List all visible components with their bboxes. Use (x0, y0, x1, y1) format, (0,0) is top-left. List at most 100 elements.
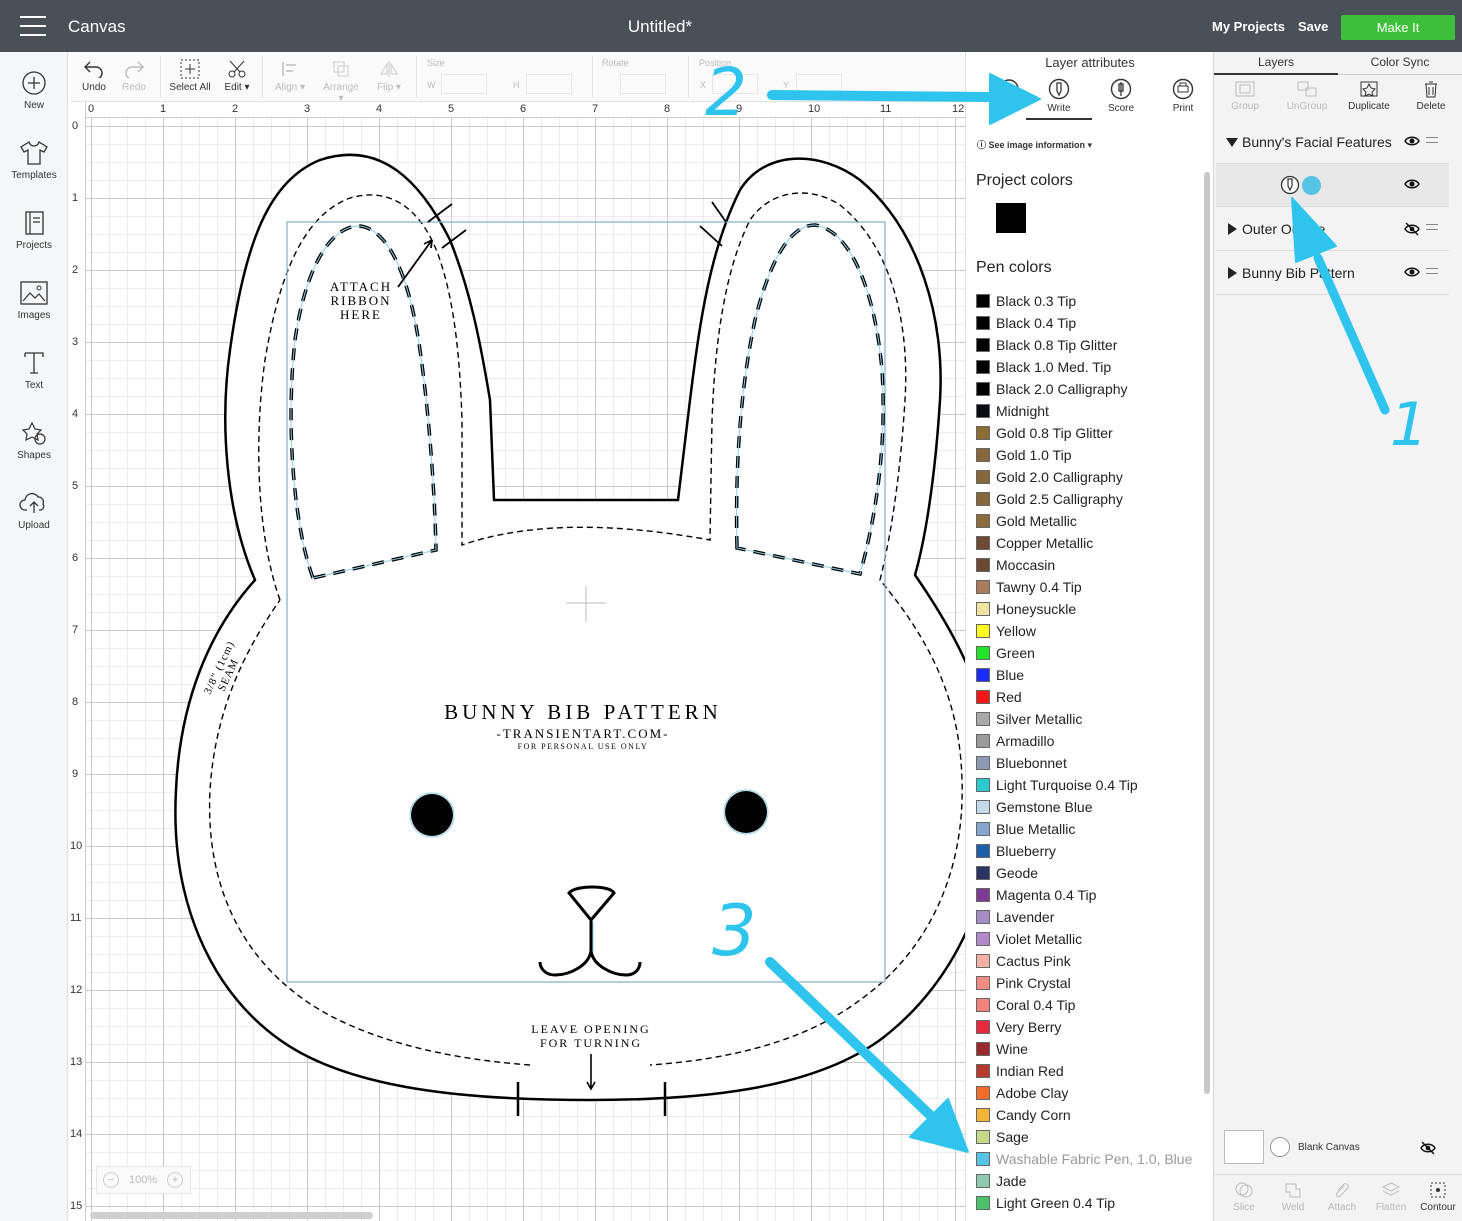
pen-color-item[interactable]: Sage (976, 1126, 1192, 1148)
pen-color-item[interactable]: Blue Metallic (976, 818, 1192, 840)
rotate-input[interactable] (620, 74, 666, 94)
zoom-in-button[interactable]: + (167, 1172, 183, 1188)
y-input[interactable] (796, 74, 842, 94)
drag-handle-icon[interactable] (1426, 137, 1438, 143)
height-input[interactable] (526, 74, 572, 94)
design-canvas[interactable]: 0 1 2 3 4 5 6 7 8 9 10 11 12 0 1 2 3 4 5… (70, 102, 965, 1221)
canvas-color-picker[interactable] (1270, 1137, 1290, 1157)
pen-color-item[interactable]: Very Berry (976, 1016, 1192, 1038)
pen-color-item[interactable]: Pink Crystal (976, 972, 1192, 994)
tab-layers[interactable]: Layers (1214, 52, 1338, 75)
ungroup-button[interactable]: UnGroup (1276, 80, 1338, 112)
pen-color-item[interactable]: Magenta 0.4 Tip (976, 884, 1192, 906)
pen-color-item[interactable]: Lavender (976, 906, 1192, 928)
pen-color-item[interactable]: Honeysuckle (976, 598, 1192, 620)
layer-bunnys-facial-features[interactable]: Bunny's Facial Features (1216, 121, 1449, 164)
group-button[interactable]: Group (1214, 80, 1276, 112)
nav-shapes[interactable]: Shapes (0, 420, 68, 490)
eye-hidden-icon[interactable] (1404, 222, 1420, 236)
pen-color-item[interactable]: Cactus Pink (976, 950, 1192, 972)
pen-color-item[interactable]: Gold Metallic (976, 510, 1192, 532)
make-it-button[interactable]: Make It (1341, 15, 1455, 40)
pen-color-item[interactable]: Black 2.0 Calligraphy (976, 378, 1192, 400)
pen-color-item[interactable]: Black 1.0 Med. Tip (976, 356, 1192, 378)
menu-icon[interactable] (20, 16, 46, 36)
pen-color-item[interactable]: Black 0.4 Tip (976, 312, 1192, 334)
pen-color-item[interactable]: Black 0.3 Tip (976, 290, 1192, 312)
pen-color-item[interactable]: Yellow (976, 620, 1192, 642)
undo-button[interactable]: Undo (78, 56, 110, 93)
see-image-information-link[interactable]: ⓘ See image information ▾ (977, 138, 1092, 151)
slice-button[interactable]: Slice (1220, 1181, 1268, 1213)
pen-color-item[interactable]: Gold 1.0 Tip (976, 444, 1192, 466)
write-button[interactable]: Write (1026, 78, 1092, 120)
layer-outer-outline[interactable]: Outer Outline (1216, 208, 1449, 251)
expand-triangle-icon[interactable] (1228, 223, 1237, 235)
drag-handle-icon[interactable] (1426, 224, 1438, 230)
score-button[interactable]: Score (1096, 78, 1146, 114)
pen-color-item[interactable]: Green (976, 642, 1192, 664)
my-projects-button[interactable]: My Projects (1212, 19, 1285, 34)
eye-icon[interactable] (1404, 135, 1420, 147)
canvas-color-swatch[interactable] (1224, 1130, 1264, 1164)
contour-button[interactable]: Contour (1414, 1181, 1462, 1213)
vertical-scrollbar[interactable] (1204, 172, 1210, 1094)
eye-hidden-icon[interactable] (1420, 1141, 1436, 1155)
pen-color-item[interactable]: Gemstone Blue (976, 796, 1192, 818)
pen-color-item[interactable]: Gold 2.0 Calligraphy (976, 466, 1192, 488)
pen-color-item[interactable]: Wine (976, 1038, 1192, 1060)
pen-color-item[interactable]: Light Turquoise 0.4 Tip (976, 774, 1192, 796)
pen-color-item[interactable]: Gold 2.5 Calligraphy (976, 488, 1192, 510)
pen-color-item[interactable]: Copper Metallic (976, 532, 1192, 554)
pen-color-item[interactable]: Gold 0.8 Tip Glitter (976, 422, 1192, 444)
pen-color-item[interactable]: Indian Red (976, 1060, 1192, 1082)
redo-button[interactable]: Redo (118, 56, 150, 93)
pen-color-item[interactable]: Blue (976, 664, 1192, 686)
pen-color-item[interactable]: Jade (976, 1170, 1192, 1192)
tab-color-sync[interactable]: Color Sync (1338, 52, 1462, 75)
pen-color-item[interactable]: Midnight (976, 400, 1192, 422)
expand-triangle-icon[interactable] (1226, 138, 1238, 147)
pen-color-item[interactable]: Tawny 0.4 Tip (976, 576, 1192, 598)
expand-triangle-icon[interactable] (1228, 267, 1237, 279)
pen-color-item[interactable]: Washable Fabric Pen, 1.0, Blue (976, 1148, 1192, 1170)
save-button[interactable]: Save (1298, 19, 1328, 34)
project-color-swatch[interactable] (996, 203, 1026, 233)
pen-color-item[interactable]: Armadillo (976, 730, 1192, 752)
nav-images[interactable]: Images (0, 280, 68, 350)
horizontal-scrollbar[interactable] (90, 1212, 373, 1219)
pen-color-item[interactable]: Moccasin (976, 554, 1192, 576)
pen-color-item[interactable]: Violet Metallic (976, 928, 1192, 950)
pen-color-item[interactable]: Blueberry (976, 840, 1192, 862)
x-input[interactable] (712, 74, 758, 94)
nav-templates[interactable]: Templates (0, 140, 68, 210)
drag-handle-icon[interactable] (1426, 268, 1438, 274)
width-input[interactable] (441, 74, 487, 94)
layer-bunny-bib-pattern[interactable]: Bunny Bib Pattern (1216, 252, 1449, 295)
align-button[interactable]: Align ▾ (272, 56, 308, 93)
pen-color-item[interactable]: Silver Metallic (976, 708, 1192, 730)
nav-upload[interactable]: Upload (0, 490, 68, 560)
pen-color-item[interactable]: Adobe Clay (976, 1082, 1192, 1104)
pen-color-item[interactable]: Candy Corn (976, 1104, 1192, 1126)
blank-canvas-row[interactable]: Blank Canvas (1224, 1130, 1454, 1172)
attach-button[interactable]: Attach (1318, 1181, 1366, 1213)
bunny-bib-artwork[interactable]: ATTACH RIBBON HERE BUNNY BIB PATTERN -TR… (70, 102, 965, 1221)
print-button[interactable]: Print (1158, 78, 1208, 114)
eye-icon[interactable] (1404, 266, 1420, 278)
pen-color-item[interactable]: Light Green 0.4 Tip (976, 1192, 1192, 1214)
pen-color-item[interactable]: Bluebonnet (976, 752, 1192, 774)
delete-button[interactable]: Delete (1400, 80, 1462, 112)
eye-icon[interactable] (1404, 178, 1420, 190)
arrange-button[interactable]: Arrange ▾ (320, 56, 362, 104)
select-all-button[interactable]: Select All (168, 56, 212, 93)
nav-new[interactable]: New (0, 70, 68, 140)
duplicate-button[interactable]: Duplicate (1338, 80, 1400, 112)
pen-color-item[interactable]: Red (976, 686, 1192, 708)
edit-menu-button[interactable]: Edit ▾ (220, 56, 254, 93)
flip-button[interactable]: Flip ▾ (372, 56, 406, 93)
pen-color-item[interactable]: Geode (976, 862, 1192, 884)
zoom-out-button[interactable]: − (103, 1172, 119, 1188)
nav-text[interactable]: Text (0, 350, 68, 420)
nav-projects[interactable]: Projects (0, 210, 68, 280)
